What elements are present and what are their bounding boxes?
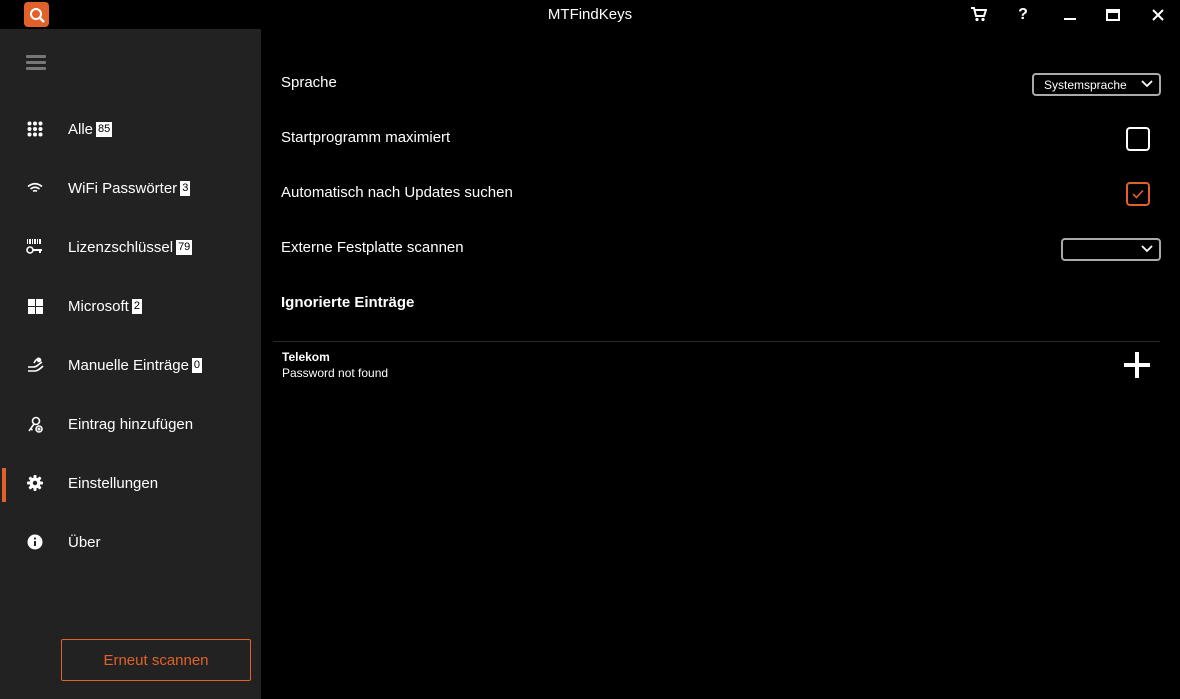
language-label: Sprache xyxy=(281,74,337,91)
cart-icon xyxy=(971,7,987,22)
divider xyxy=(273,341,1160,342)
add-entry-icon xyxy=(26,415,44,433)
count-badge: 85 xyxy=(96,121,113,137)
grid-icon xyxy=(26,120,44,138)
hand-icon xyxy=(26,356,44,374)
sidebar-item-alle[interactable]: Alle 85 xyxy=(0,106,261,152)
sidebar-item-wifi[interactable]: WiFi Passwörter 3 xyxy=(0,165,261,211)
sidebar-item-label: Über xyxy=(68,533,101,551)
auto-update-checkbox[interactable] xyxy=(1126,182,1150,206)
help-icon: ? xyxy=(1018,5,1028,23)
chevron-down-icon xyxy=(1141,80,1153,88)
language-select-value: Systemsprache xyxy=(1044,77,1127,92)
ignored-entry-name: Telekom xyxy=(282,350,330,364)
ignored-entry-detail: Password not found xyxy=(282,366,389,380)
start-maximized-label: Startprogramm maximiert xyxy=(281,129,451,146)
sidebar-item-label: Microsoft xyxy=(68,297,129,315)
sidebar-item-microsoft[interactable]: Microsoft 2 xyxy=(0,283,261,329)
external-drive-select[interactable] xyxy=(1061,238,1161,261)
count-badge: 79 xyxy=(176,239,193,255)
auto-update-label: Automatisch nach Updates suchen xyxy=(281,184,513,201)
title-bar: MTFindKeys ? xyxy=(0,0,1180,29)
count-badge: 0 xyxy=(191,357,203,373)
restore-entry-plus-icon[interactable] xyxy=(1124,352,1150,378)
gear-icon xyxy=(26,474,44,492)
app-logo-icon xyxy=(24,2,49,27)
sidebar-item-ueber[interactable]: Über xyxy=(0,519,261,565)
help-button[interactable]: ? xyxy=(1001,0,1045,29)
sidebar-item-label: Lizenzschlüssel xyxy=(68,238,174,256)
count-badge: 3 xyxy=(180,180,191,196)
minimize-button[interactable] xyxy=(1048,0,1092,29)
key-barcode-icon xyxy=(26,238,44,256)
close-button[interactable] xyxy=(1136,0,1180,29)
rescan-button[interactable]: Erneut scannen xyxy=(61,639,251,681)
sidebar-item-eintrag-hinzufuegen[interactable]: Eintrag hinzufügen xyxy=(0,401,261,447)
maximize-icon xyxy=(1106,8,1120,21)
maximize-button[interactable] xyxy=(1091,0,1135,29)
language-select[interactable]: Systemsprache xyxy=(1032,73,1161,96)
sidebar-item-label: Manuelle Einträge xyxy=(68,356,189,374)
count-badge: 2 xyxy=(131,298,142,314)
cart-button[interactable] xyxy=(957,0,1001,29)
minimize-icon xyxy=(1064,17,1076,20)
sidebar: Alle 85 WiFi Passwörter 3 Lizenzschlüssel 7… xyxy=(0,29,261,699)
ignored-entries-title: Ignorierte Einträge xyxy=(281,294,415,311)
close-icon xyxy=(1152,8,1164,21)
chevron-down-icon xyxy=(1141,245,1153,253)
wifi-icon xyxy=(26,179,44,197)
sidebar-item-label: Alle xyxy=(68,120,94,138)
info-icon xyxy=(26,533,44,551)
external-drive-label: Externe Festplatte scannen xyxy=(281,239,464,256)
sidebar-item-manuelle-eintraege[interactable]: Manuelle Einträge 0 xyxy=(0,342,261,388)
sidebar-item-label: Einstellungen xyxy=(68,474,159,492)
start-maximized-checkbox[interactable] xyxy=(1126,127,1150,151)
sidebar-item-label: WiFi Passwörter xyxy=(68,179,178,197)
sidebar-item-label: Eintrag hinzufügen xyxy=(68,415,194,433)
checkmark-icon xyxy=(1132,189,1144,199)
hamburger-menu-icon[interactable] xyxy=(26,55,46,71)
sidebar-item-lizenzschluessel[interactable]: Lizenzschlüssel 79 xyxy=(0,224,261,270)
settings-panel: Sprache Systemsprache Startprogramm maxi… xyxy=(261,29,1180,699)
windows-icon xyxy=(26,297,44,315)
sidebar-item-einstellungen[interactable]: Einstellungen xyxy=(0,460,261,506)
